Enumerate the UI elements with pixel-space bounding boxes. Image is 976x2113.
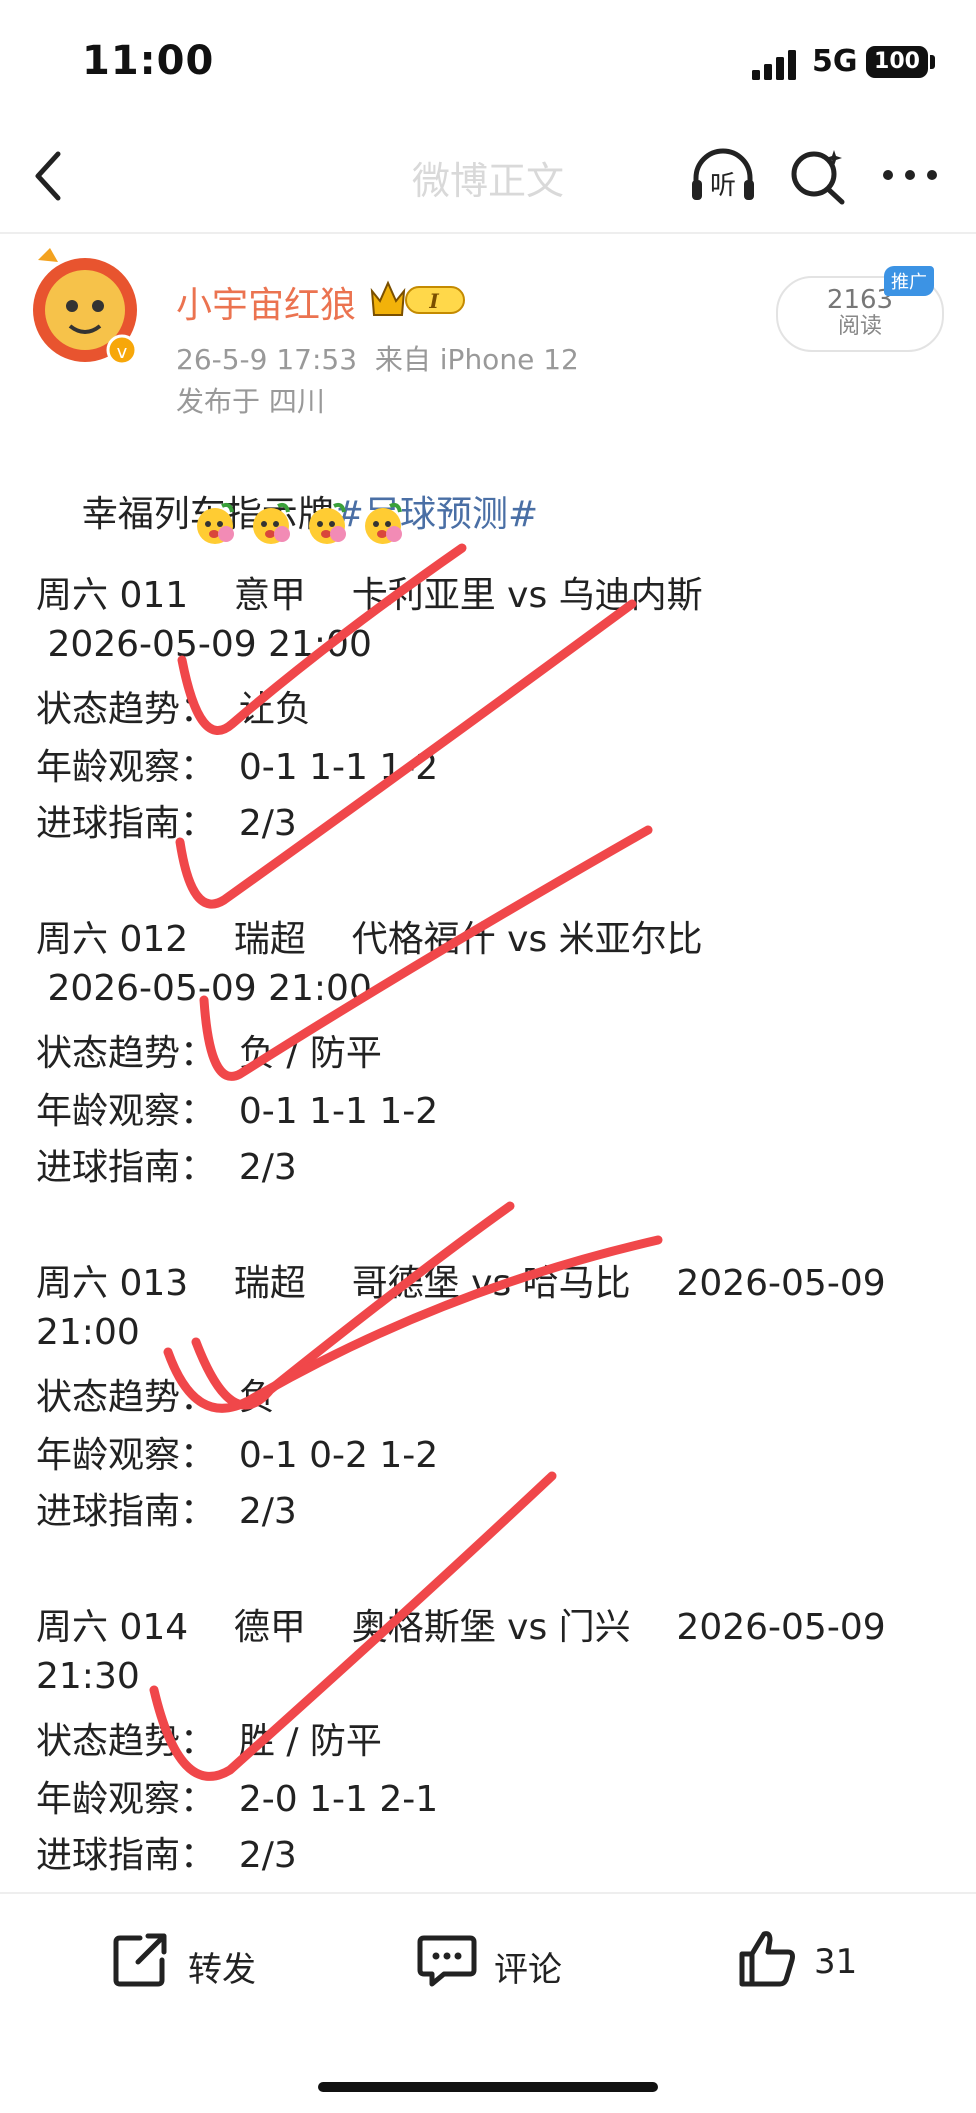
match-age: 年龄观察： 2-0 1-1 2-1 [36,1779,439,1820]
match-age: 年龄观察： 0-1 1-1 1-2 [36,1091,439,1132]
author-name[interactable]: 小宇宙红狼 [176,276,356,328]
network-type: 5G [812,44,858,79]
comment-label: 评论 [494,1950,562,1990]
svg-text:v: v [117,342,128,363]
nav-bar: 微博正文 听 [0,120,976,234]
match-time: 21:30 [36,1656,140,1697]
comment-button[interactable]: 评论 [416,1928,586,1998]
match-age: 年龄观察： 0-1 0-2 1-2 [36,1435,439,1476]
match-goals: 进球指南： 2/3 [36,1491,297,1532]
like-icon [739,1931,795,1987]
match-trend: 状态趋势： 胜 / 防平 [36,1721,382,1762]
post-location: 发布于 四川 [176,385,325,418]
flower-emoji-icon [253,502,290,544]
repost-icon [113,1933,167,1987]
like-count: 31 [814,1942,858,1982]
post-date-time: 26-5-9 17:53 [176,343,358,376]
listen-label: 听 [710,171,736,201]
like-button[interactable]: 31 [736,1928,886,1998]
match-header: 周六 011 意甲 卡利亚里 vs 乌迪内斯 [36,575,703,616]
repost-label: 转发 [188,1950,256,1990]
match-trend: 状态趋势： 让负 [36,689,311,730]
match-header: 周六 013 瑞超 哥德堡 vs 哈马比 2026-05-09 [36,1263,886,1304]
flower-emoji-icon [197,502,234,544]
match-header: 周六 014 德甲 奥格斯堡 vs 门兴 2026-05-09 [36,1607,886,1648]
match-goals: 进球指南： 2/3 [36,803,297,844]
match-trend: 状态趋势： 负 / 防平 [36,1033,382,1074]
match-time: 2026-05-09 21:00 [36,624,372,665]
match-trend: 状态趋势： 负 [36,1377,275,1418]
match-time: 21:00 [36,1312,140,1353]
status-time: 11:00 [82,38,215,84]
battery-tip [930,55,935,69]
search-icon[interactable] [786,144,850,208]
match-age: 年龄观察： 0-1 1-1 1-2 [36,747,439,788]
comment-icon [417,1935,477,1987]
promo-tag[interactable]: 推广 [884,266,934,296]
action-bar: 转发 评论 31 [0,1892,976,2044]
flower-emoji-icon [309,502,346,544]
match-goals: 进球指南： 2/3 [36,1835,297,1876]
headset-icon[interactable]: 听 [688,144,758,206]
reads-label: 阅读 [837,314,882,339]
status-bar: 11:00 5G 100 [0,0,976,120]
more-icon[interactable] [880,150,940,200]
flower-emoji-icon [365,502,402,544]
repost-button[interactable]: 转发 [110,1928,280,1998]
level-badge-text: I [428,289,439,313]
match-time: 2026-05-09 21:00 [36,968,372,1009]
level-badge: I [370,280,465,316]
battery-icon: 100 [866,46,928,78]
home-indicator [318,2082,658,2092]
post-source: 来自 iPhone 12 [374,343,579,376]
avatar[interactable]: v [30,248,140,368]
post-meta: 26-5-9 17:53 来自 iPhone 12 [176,338,579,378]
match-header: 周六 012 瑞超 代格福什 vs 米亚尔比 [36,919,703,960]
match-goals: 进球指南： 2/3 [36,1147,297,1188]
signal-icon [752,50,796,80]
